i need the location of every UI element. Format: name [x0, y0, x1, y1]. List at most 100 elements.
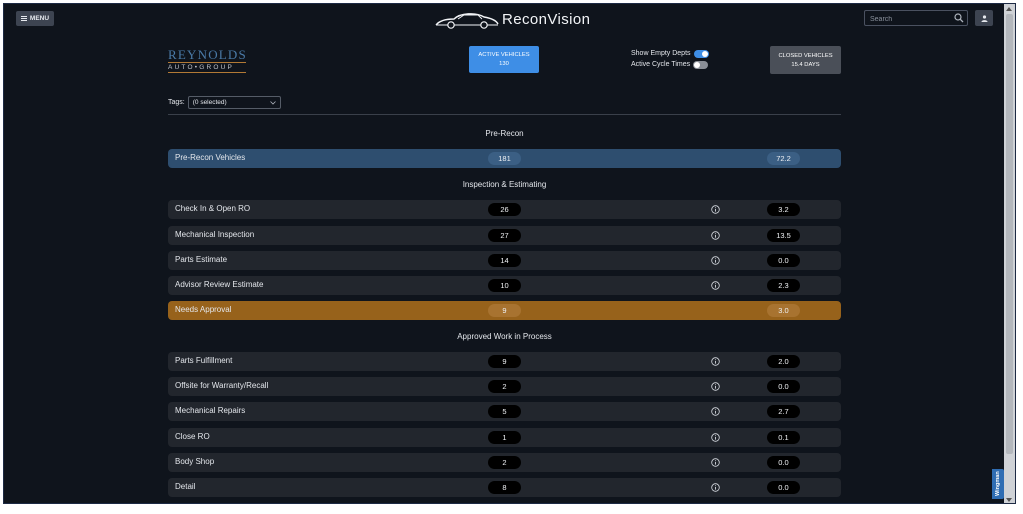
divider [168, 114, 841, 115]
department-name: Offsite for Warranty/Recall [175, 381, 269, 390]
department-name: Needs Approval [175, 305, 232, 314]
vehicle-count-badge[interactable]: 181 [488, 152, 521, 165]
scroll-up-arrow[interactable] [1006, 7, 1012, 11]
info-icon[interactable] [711, 483, 720, 492]
dealer-logo: REYNOLDS AUTO•GROUP [168, 48, 246, 73]
cycle-time-badge: 2.7 [767, 405, 800, 418]
info-icon[interactable] [711, 407, 720, 416]
active-cycle-times-toggle[interactable] [693, 60, 709, 69]
vehicle-count-badge[interactable]: 2 [488, 456, 521, 469]
department-row[interactable]: Advisor Review Estimate 10 2.3 [168, 276, 841, 295]
brand-name: ReconVision [502, 10, 591, 28]
vehicle-count-badge[interactable]: 8 [488, 481, 521, 494]
show-empty-depts-toggle[interactable] [693, 49, 709, 58]
section-heading-approved-work: Approved Work in Process [457, 332, 552, 341]
info-icon[interactable] [711, 382, 720, 391]
info-icon[interactable] [711, 433, 720, 442]
menu-button[interactable]: MENU [16, 11, 54, 26]
hamburger-icon [20, 16, 27, 21]
cycle-time-badge: 2.3 [767, 279, 800, 292]
active-vehicles-label: ACTIVE VEHICLES [478, 52, 530, 58]
vehicle-count-badge[interactable]: 9 [488, 355, 521, 368]
menu-label: MENU [29, 15, 50, 22]
department-name: Parts Fulfillment [175, 356, 233, 365]
search-icon[interactable] [954, 13, 964, 23]
closed-vehicles-button[interactable]: CLOSED VEHICLES 15.4 DAYS [770, 46, 841, 74]
info-icon[interactable] [711, 231, 720, 240]
info-icon[interactable] [711, 357, 720, 366]
department-name: Parts Estimate [175, 255, 228, 264]
top-bar: MENU ReconVision [4, 4, 1004, 34]
brand-logo: ReconVision [434, 8, 590, 30]
department-row[interactable]: Offsite for Warranty/Recall 2 0.0 [168, 377, 841, 396]
tags-select-value: (0 selected) [192, 99, 227, 106]
vehicle-count-badge[interactable]: 10 [488, 279, 521, 292]
cycle-time-badge: 3.0 [767, 304, 800, 317]
info-icon[interactable] [711, 205, 720, 214]
user-icon [981, 14, 987, 22]
toggle-knob [694, 61, 701, 68]
department-name: Advisor Review Estimate [175, 280, 264, 289]
closed-vehicles-label: CLOSED VEHICLES [778, 52, 833, 59]
cycle-time-badge: 13.5 [767, 229, 800, 242]
department-row[interactable]: Mechanical Inspection 27 13.5 [168, 226, 841, 245]
show-empty-depts-label: Show Empty Depts [631, 50, 691, 57]
department-row[interactable]: Parts Fulfillment 9 2.0 [168, 352, 841, 371]
vehicle-count-badge[interactable]: 2 [488, 380, 521, 393]
cycle-time-badge: 0.0 [767, 481, 800, 494]
wingman-tab[interactable]: Wingman [992, 469, 1004, 499]
department-row[interactable]: Parts Estimate 14 0.0 [168, 251, 841, 270]
cycle-time-badge: 0.0 [767, 456, 800, 469]
vehicle-count-badge[interactable]: 5 [488, 405, 521, 418]
cycle-time-badge: 3.2 [767, 203, 800, 216]
user-menu-button[interactable] [975, 10, 993, 26]
department-row[interactable]: Close RO 1 0.1 [168, 428, 841, 447]
scroll-down-arrow[interactable] [1006, 498, 1012, 502]
tags-filter: Tags: (0 selected) [168, 96, 281, 109]
department-row[interactable]: Check In & Open RO 26 3.2 [168, 200, 841, 219]
dealer-logo-name: REYNOLDS [168, 47, 247, 62]
department-row[interactable]: Needs Approval 9 3.0 [168, 301, 841, 320]
vehicle-count-badge[interactable]: 14 [488, 254, 521, 267]
department-name: Check In & Open RO [175, 204, 251, 213]
department-name: Close RO [175, 432, 210, 441]
toggle-knob [701, 50, 708, 57]
department-name: Pre-Recon Vehicles [175, 153, 246, 162]
tags-select[interactable]: (0 selected) [187, 96, 281, 109]
info-icon[interactable] [711, 256, 720, 265]
department-name: Detail [175, 482, 196, 491]
vehicle-count-badge[interactable]: 9 [488, 304, 521, 317]
tags-label: Tags: [168, 99, 185, 106]
section-heading-inspection-estimating: Inspection & Estimating [462, 180, 547, 189]
logo-rule [168, 72, 246, 73]
department-row[interactable]: Pre-Recon Vehicles 181 72.2 [168, 149, 841, 168]
search-box[interactable] [864, 10, 968, 26]
active-cycle-times-label: Active Cycle Times [631, 61, 691, 68]
info-icon[interactable] [711, 281, 720, 290]
department-name: Mechanical Inspection [175, 230, 255, 239]
view-toggles: Show Empty Depts Active Cycle Times [631, 48, 709, 70]
show-empty-depts-toggle-row: Show Empty Depts [631, 48, 709, 59]
department-name: Body Shop [175, 457, 215, 466]
scrollbar-thumb[interactable] [1006, 14, 1013, 454]
department-name: Mechanical Repairs [175, 406, 246, 415]
dealer-logo-subtitle: AUTO•GROUP [168, 64, 235, 71]
cycle-time-badge: 72.2 [767, 152, 800, 165]
active-cycle-times-toggle-row: Active Cycle Times [631, 59, 709, 70]
info-icon[interactable] [711, 458, 720, 467]
section-heading-pre-recon: Pre-Recon [485, 129, 524, 138]
department-row[interactable]: Mechanical Repairs 5 2.7 [168, 402, 841, 421]
department-row[interactable]: Detail 8 0.0 [168, 478, 841, 497]
cycle-time-badge: 2.0 [767, 355, 800, 368]
vehicle-count-badge[interactable]: 26 [488, 203, 521, 216]
cycle-time-badge: 0.0 [767, 380, 800, 393]
search-input[interactable] [868, 12, 954, 26]
cycle-time-badge: 0.1 [767, 431, 800, 444]
cycle-time-badge: 0.0 [767, 254, 800, 267]
vehicle-count-badge[interactable]: 1 [488, 431, 521, 444]
department-row[interactable]: Body Shop 2 0.0 [168, 453, 841, 472]
active-vehicles-value: 130 [499, 61, 509, 67]
vehicle-count-badge[interactable]: 27 [488, 229, 521, 242]
active-vehicles-button[interactable]: ACTIVE VEHICLES 130 [469, 46, 539, 73]
app-window: MENU ReconVision Search REYNOLDS AUTO•GR… [3, 3, 1016, 504]
